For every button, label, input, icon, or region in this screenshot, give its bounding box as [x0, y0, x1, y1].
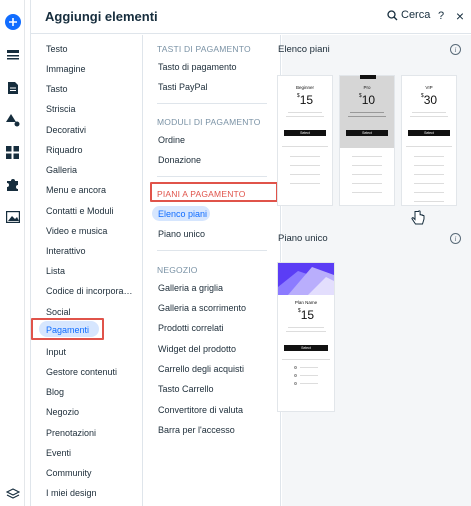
- category-item[interactable]: Galleria: [46, 165, 77, 175]
- category-item[interactable]: I miei design: [46, 488, 97, 498]
- divider: [157, 250, 267, 251]
- plan-select-button: Select: [346, 130, 388, 136]
- category-item[interactable]: Gestore contenuti: [46, 367, 117, 377]
- category-list: Testo Immagine Tasto Striscia Decorativi…: [31, 35, 143, 506]
- category-item[interactable]: Interattivo: [46, 246, 86, 256]
- subcategory-list: TASTI DI PAGAMENTO Tasto di pagamento Ta…: [144, 35, 281, 506]
- subcategory-item[interactable]: Tasto di pagamento: [158, 62, 237, 72]
- category-item[interactable]: Contatti e Moduli: [46, 206, 114, 216]
- subcategory-item[interactable]: Prodotti correlati: [158, 323, 224, 333]
- preview-title-list: Elenco piani: [278, 44, 330, 55]
- category-item[interactable]: Menu e ancora: [46, 185, 106, 195]
- category-item[interactable]: Immagine: [46, 64, 86, 74]
- subcategory-item[interactable]: Ordine: [158, 135, 185, 145]
- search-label: Cerca: [401, 9, 431, 21]
- help-icon[interactable]: ?: [434, 9, 448, 23]
- category-item[interactable]: Negozio: [46, 407, 79, 417]
- plan-card: VIP $30 Select: [401, 75, 457, 206]
- plan-card: Pro $10 Select: [339, 75, 395, 206]
- plan-price: $30: [420, 93, 438, 107]
- plan-name: Beginner: [295, 85, 314, 90]
- image-icon[interactable]: [3, 207, 22, 226]
- plus-icon[interactable]: [3, 12, 22, 31]
- category-item[interactable]: Blog: [46, 387, 64, 397]
- red-highlight-box: [31, 318, 104, 340]
- plan-select-button: Select: [284, 130, 326, 136]
- plan-cover-image: [278, 263, 334, 295]
- left-toolbar: [0, 0, 25, 506]
- category-item[interactable]: Decorativi: [46, 125, 86, 135]
- divider: [157, 103, 267, 104]
- category-item[interactable]: Input: [46, 347, 66, 357]
- close-icon[interactable]: ×: [453, 8, 467, 24]
- subcategory-item[interactable]: Carrello degli acquisti: [158, 364, 244, 374]
- category-item[interactable]: Video e musica: [46, 226, 107, 236]
- section-heading: PIANI A PAGAMENTO: [157, 189, 246, 199]
- subcategory-item[interactable]: Piano unico: [158, 229, 205, 239]
- single-plan-preview[interactable]: Plan Name $15 Select: [277, 262, 335, 412]
- subcategory-item[interactable]: Convertitore di valuta: [158, 405, 243, 415]
- paint-icon[interactable]: [3, 110, 22, 129]
- subcategory-item[interactable]: Tasto Carrello: [158, 384, 214, 394]
- subcategory-item[interactable]: Tasti PayPal: [158, 82, 208, 92]
- section-heading: TASTI DI PAGAMENTO: [157, 44, 251, 54]
- subcategory-item-selected[interactable]: Elenco piani: [158, 209, 207, 219]
- menu-icon[interactable]: [3, 45, 22, 64]
- plan-name: Pro: [363, 85, 371, 90]
- divider: [157, 176, 267, 177]
- category-item[interactable]: Community: [46, 468, 92, 478]
- panel-title: Aggiungi elementi: [45, 9, 158, 24]
- plan-price: $15: [296, 93, 314, 107]
- preview-title-single: Piano unico: [278, 233, 328, 244]
- hand-cursor-icon: [411, 210, 425, 225]
- plan-name: VIP: [425, 85, 433, 90]
- info-icon[interactable]: i: [450, 233, 461, 244]
- puzzle-icon[interactable]: [3, 175, 22, 194]
- subcategory-item[interactable]: Barra per l'accesso: [158, 425, 235, 435]
- category-item[interactable]: Lista: [46, 266, 65, 276]
- category-item[interactable]: Tasto: [46, 84, 68, 94]
- plan-card: Beginner $15 Select: [277, 75, 333, 206]
- section-heading: MODULI DI PAGAMENTO: [157, 117, 261, 127]
- category-item[interactable]: Striscia: [46, 104, 76, 114]
- subcategory-item[interactable]: Widget del prodotto: [158, 344, 236, 354]
- subcategory-item[interactable]: Galleria a griglia: [158, 283, 223, 293]
- apps-grid-icon[interactable]: [3, 143, 22, 162]
- category-item[interactable]: Codice di incorpora…: [46, 286, 133, 296]
- category-item[interactable]: Riquadro: [46, 145, 83, 155]
- plan-list-preview[interactable]: Beginner $15 Select Pro $10 Select VIP $…: [277, 75, 467, 209]
- category-item[interactable]: Prenotazioni: [46, 428, 96, 438]
- plan-price: $15: [297, 308, 315, 322]
- search-icon: [387, 9, 398, 20]
- plan-price: $10: [358, 93, 376, 107]
- info-icon[interactable]: i: [450, 44, 461, 55]
- plan-name: Plan Name: [294, 300, 318, 305]
- subcategory-item[interactable]: Galleria a scorrimento: [158, 303, 246, 313]
- plan-select-button: Select: [408, 130, 450, 136]
- section-heading: NEGOZIO: [157, 265, 198, 275]
- page-icon[interactable]: [3, 78, 22, 97]
- layers-icon[interactable]: [3, 484, 22, 503]
- search-button[interactable]: Cerca: [387, 9, 430, 21]
- add-elements-panel: Aggiungi elementi Cerca ? × Testo Immagi…: [30, 0, 471, 506]
- preview-area: Elenco piani i Beginner $15 Select Pro $…: [277, 35, 471, 506]
- plan-select-button: Select: [284, 345, 328, 351]
- subcategory-item[interactable]: Donazione: [158, 155, 201, 165]
- category-item[interactable]: Testo: [46, 44, 68, 54]
- category-item[interactable]: Social: [46, 307, 71, 317]
- category-item[interactable]: Eventi: [46, 448, 71, 458]
